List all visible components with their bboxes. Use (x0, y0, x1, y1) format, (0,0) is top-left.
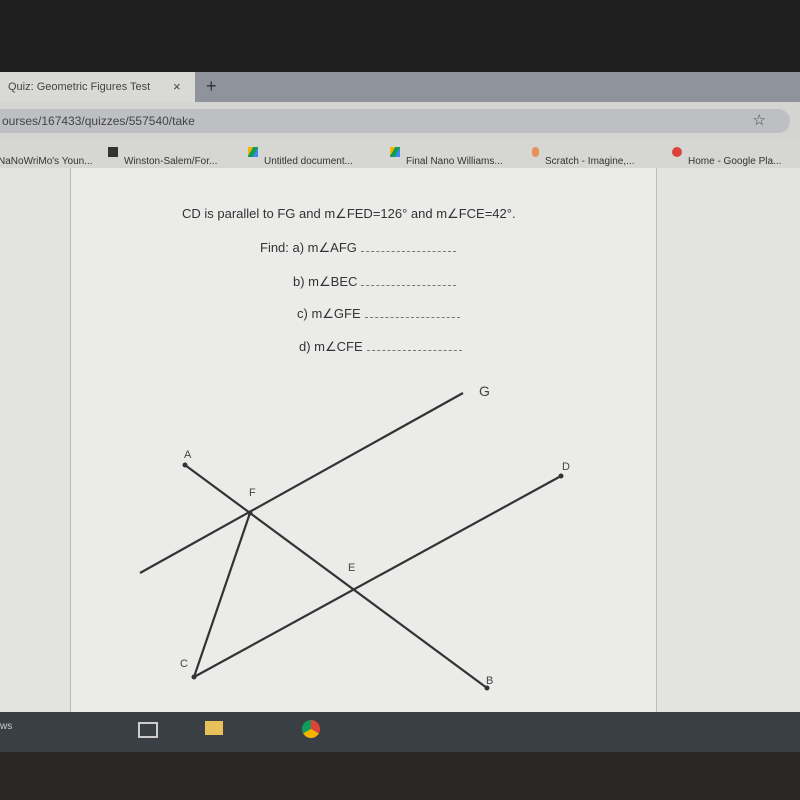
point-c (191, 674, 197, 680)
label-e: E (348, 562, 355, 574)
point-d (558, 473, 564, 479)
task-view-icon[interactable] (138, 722, 158, 738)
point-a (182, 462, 188, 468)
label-f: F (249, 487, 256, 499)
geometry-figure: G A D F E C B (139, 383, 570, 691)
chrome-icon[interactable] (302, 720, 320, 738)
line-ab (184, 464, 488, 689)
taskbar: ws (0, 712, 800, 752)
label-a: A (184, 449, 192, 461)
label-c: C (180, 658, 188, 670)
label-d: D (562, 461, 570, 473)
line-fg (139, 392, 464, 574)
label-g: G (479, 383, 490, 399)
label-b: B (486, 675, 493, 687)
line-cd (193, 475, 562, 678)
file-explorer-icon[interactable] (205, 721, 223, 735)
point-f (247, 510, 253, 516)
taskbar-text: ws (0, 721, 13, 732)
